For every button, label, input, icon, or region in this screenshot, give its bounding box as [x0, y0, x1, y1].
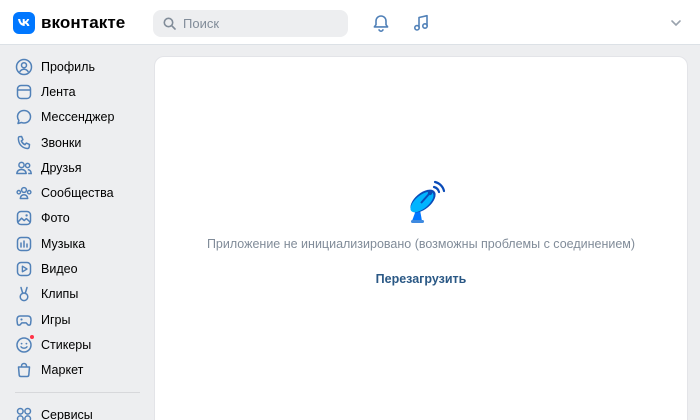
services-icon: [15, 406, 33, 420]
clips-icon: [15, 285, 33, 303]
sidebar-item-stickers[interactable]: Стикеры: [0, 332, 150, 357]
sidebar-item-market[interactable]: Маркет: [0, 358, 150, 383]
sidebar-item-label: Музыка: [41, 236, 86, 251]
sidebar-item-label: Стикеры: [41, 337, 92, 352]
sidebar-item-label: Фото: [41, 211, 70, 226]
phone-icon: [15, 134, 33, 152]
sidebar-item-label: Сервисы: [41, 407, 93, 420]
search-box[interactable]: [153, 10, 348, 37]
bell-icon: [373, 15, 389, 32]
feed-icon: [15, 83, 33, 101]
sidebar-item-label: Лента: [41, 84, 76, 99]
chevron-down-icon[interactable]: [670, 18, 682, 28]
sidebar-item-label: Видео: [41, 262, 78, 277]
sidebar-item-messenger[interactable]: Мессенджер: [0, 105, 150, 130]
sidebar-item-calls[interactable]: Звонки: [0, 130, 150, 155]
games-icon: [15, 311, 33, 329]
sidebar-item-photo[interactable]: Фото: [0, 206, 150, 231]
top-bar: вконтакте: [0, 0, 700, 45]
vk-logo[interactable]: вконтакте: [13, 12, 125, 34]
music-icon: [15, 235, 33, 253]
music-icon: [413, 14, 429, 31]
search-icon: [163, 17, 176, 30]
error-message: Приложение не инициализировано (возможны…: [206, 237, 636, 251]
sidebar-item-label: Друзья: [41, 160, 82, 175]
brand-name: вконтакте: [41, 13, 126, 32]
stickers-icon: [15, 333, 35, 354]
sidebar-item-label: Клипы: [41, 287, 79, 302]
search-input[interactable]: [183, 16, 343, 31]
sidebar-item-profile[interactable]: Профиль: [0, 54, 150, 79]
notification-dot: [29, 333, 35, 340]
photo-icon: [15, 209, 33, 227]
friends-icon: [15, 159, 33, 177]
sidebar-item-friends[interactable]: Друзья: [0, 155, 150, 180]
sidebar-item-label: Игры: [41, 312, 71, 327]
sidebar-item-label: Мессенджер: [41, 110, 115, 125]
sidebar-item-games[interactable]: Игры: [0, 307, 150, 332]
vk-logo-icon: [13, 12, 35, 34]
sidebar-item-label: Профиль: [41, 59, 95, 74]
sidebar-item-feed[interactable]: Лента: [0, 79, 150, 104]
sidebar-item-label: Маркет: [41, 363, 84, 378]
left-sidebar: Профиль Лента Мессенджер Звонки Друзья С…: [0, 54, 150, 420]
sidebar-item-video[interactable]: Видео: [0, 256, 150, 281]
profile-icon: [15, 58, 33, 76]
sidebar-item-clips[interactable]: Клипы: [0, 282, 150, 307]
sidebar-item-label: Сообщества: [41, 186, 114, 201]
communities-icon: [15, 184, 33, 202]
main-content-card: Приложение не инициализировано (возможны…: [154, 56, 688, 420]
video-icon: [15, 260, 33, 278]
reload-button[interactable]: Перезагрузить: [376, 272, 467, 286]
market-icon: [15, 361, 33, 379]
sidebar-item-communities[interactable]: Сообщества: [0, 180, 150, 205]
sidebar-divider: [15, 391, 140, 393]
sidebar-item-label: Звонки: [41, 135, 82, 150]
sidebar-item-services[interactable]: Сервисы: [0, 402, 150, 420]
satellite-dish-icon: [410, 180, 446, 223]
notifications-button[interactable]: [370, 12, 392, 34]
sidebar-item-music[interactable]: Музыка: [0, 231, 150, 256]
music-player-button[interactable]: [410, 12, 432, 34]
messenger-icon: [15, 108, 33, 126]
